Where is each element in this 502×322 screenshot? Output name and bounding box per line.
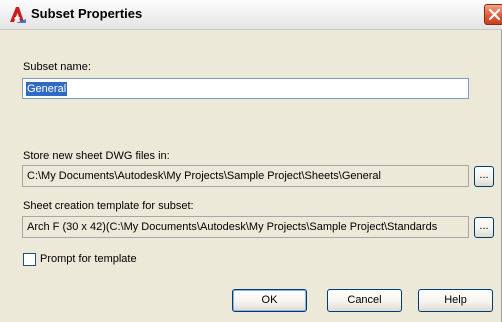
subset-name-input[interactable]: General: [22, 78, 469, 99]
cancel-button[interactable]: Cancel: [327, 289, 402, 312]
store-location-field[interactable]: C:\My Documents\Autodesk\My Projects\Sam…: [22, 165, 469, 187]
prompt-for-template-checkbox[interactable]: [23, 253, 36, 266]
close-icon: [488, 8, 501, 21]
template-browse-button[interactable]: ...: [474, 217, 494, 238]
subset-name-value: General: [26, 82, 68, 96]
template-label: Sheet creation template for subset:: [23, 200, 194, 212]
prompt-for-template-label[interactable]: Prompt for template: [40, 253, 137, 265]
ok-button[interactable]: OK: [232, 289, 307, 312]
subset-name-label: Subset name:: [23, 61, 91, 73]
store-location-browse-button[interactable]: ...: [474, 166, 494, 187]
help-button[interactable]: Help: [418, 289, 493, 312]
close-button[interactable]: [484, 4, 502, 25]
subset-properties-dialog: Subset Properties Subset name: General S…: [0, 0, 502, 322]
dialog-title: Subset Properties: [31, 6, 143, 21]
store-location-label: Store new sheet DWG files in:: [23, 150, 170, 162]
autocad-icon: [7, 5, 27, 25]
title-bar[interactable]: Subset Properties: [0, 0, 502, 30]
template-field[interactable]: Arch F (30 x 42)(C:\My Documents\Autodes…: [22, 216, 469, 238]
